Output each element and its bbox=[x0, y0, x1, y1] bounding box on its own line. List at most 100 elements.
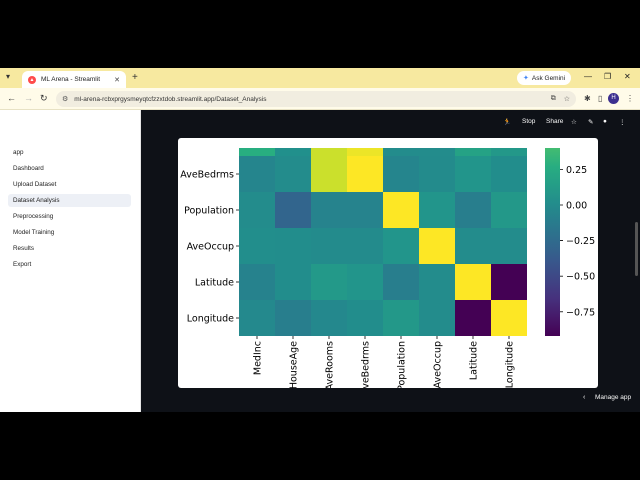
streamlit-favicon-icon: ▲ bbox=[28, 75, 36, 84]
heatmap-cell bbox=[383, 300, 419, 336]
heatmap-cell bbox=[419, 228, 455, 264]
heatmap-cell bbox=[455, 192, 491, 228]
manage-app-button[interactable]: Manage app bbox=[595, 394, 631, 401]
sidebar-item-label: Dataset Analysis bbox=[13, 197, 60, 204]
heatmap-cell bbox=[275, 300, 311, 336]
heatmap-cell bbox=[347, 156, 383, 192]
sidebar-item-label: Preprocessing bbox=[13, 213, 54, 220]
sidebar-item-dataset-analysis[interactable]: Dataset Analysis bbox=[8, 194, 131, 207]
heatmap-cell bbox=[347, 192, 383, 228]
sidebar-item-model-training[interactable]: Model Training bbox=[8, 226, 131, 239]
heatmap-cell-partial bbox=[347, 148, 383, 156]
heatmap-cell bbox=[275, 264, 311, 300]
tab-title: ML Arena - Streamlit bbox=[41, 76, 101, 83]
ask-gemini-button[interactable]: ✦ Ask Gemini bbox=[517, 71, 572, 85]
url-field[interactable]: ⚙ ml-arena-rcbxprgysmeyqtcfzzxtdob.strea… bbox=[56, 91, 576, 107]
heatmap-cell bbox=[491, 228, 527, 264]
sidebar-item-preprocessing[interactable]: Preprocessing bbox=[8, 210, 131, 223]
heatmap-cell bbox=[455, 228, 491, 264]
heatmap-cell bbox=[491, 192, 527, 228]
main-content: 🏃 Stop Share ☆ ✎ ● ⋮ AveBedrms Population… bbox=[141, 110, 640, 412]
heatmap-cell bbox=[239, 228, 275, 264]
bookmark-star-icon[interactable]: ☆ bbox=[564, 95, 570, 103]
back-icon[interactable]: ← bbox=[7, 93, 16, 103]
x-tick-label: Population bbox=[397, 341, 408, 388]
sidebar-item-label: app bbox=[13, 149, 24, 156]
heatmap-cell bbox=[239, 300, 275, 336]
install-app-icon[interactable]: ⧉ bbox=[551, 95, 556, 103]
heatmap-cell bbox=[347, 264, 383, 300]
new-tab-icon[interactable]: + bbox=[132, 72, 138, 83]
site-info-icon[interactable]: ⚙ bbox=[62, 95, 68, 103]
heatmap-cell bbox=[275, 228, 311, 264]
heatmap-cell bbox=[419, 300, 455, 336]
sidebar: app Dashboard Upload Dataset Dataset Ana… bbox=[0, 110, 141, 412]
heatmap-cell bbox=[419, 264, 455, 300]
sidebar-item-upload-dataset[interactable]: Upload Dataset bbox=[8, 178, 131, 191]
scrollbar[interactable] bbox=[635, 222, 638, 276]
heatmap-cell bbox=[491, 264, 527, 300]
sidebar-item-dashboard[interactable]: Dashboard bbox=[8, 162, 131, 175]
heatmap-cell bbox=[491, 156, 527, 192]
stop-button[interactable]: Stop bbox=[522, 118, 535, 125]
correlation-heatmap: AveBedrms Population AveOccup Latitude Longi… bbox=[180, 148, 595, 388]
correlation-heatmap-card: AveBedrms Population AveOccup Latitude Longi… bbox=[178, 138, 598, 388]
close-window-icon[interactable]: ✕ bbox=[624, 72, 631, 81]
heatmap-cell bbox=[239, 156, 275, 192]
minimize-icon[interactable]: — bbox=[584, 72, 592, 81]
sidebar-item-results[interactable]: Results bbox=[8, 242, 131, 255]
heatmap-cell bbox=[383, 192, 419, 228]
colorbar-tick-label: −0.75 bbox=[566, 307, 595, 318]
browser-window: ▾ ▲ ML Arena - Streamlit ✕ + ✦ Ask Gemin… bbox=[0, 68, 640, 412]
reload-icon[interactable]: ↻ bbox=[40, 93, 48, 104]
y-tick-label: Latitude bbox=[195, 278, 234, 289]
heatmap-cell-partial bbox=[383, 148, 419, 156]
y-tick-label: Longitude bbox=[187, 314, 234, 325]
running-man-icon: 🏃 bbox=[503, 119, 512, 126]
heatmap-cell bbox=[311, 192, 347, 228]
extensions-icon[interactable]: ✱ bbox=[584, 94, 591, 103]
heatmap-cell bbox=[311, 300, 347, 336]
x-tick-label: AveRooms bbox=[325, 341, 336, 388]
menu-icon[interactable]: ⋮ bbox=[619, 118, 626, 126]
heatmap-cell bbox=[383, 228, 419, 264]
sidebar-item-label: Dashboard bbox=[13, 165, 44, 172]
heatmap-cell bbox=[239, 264, 275, 300]
heatmap-cell bbox=[383, 156, 419, 192]
heatmap-cell-partial bbox=[239, 148, 275, 156]
heatmap-cell bbox=[455, 156, 491, 192]
maximize-icon[interactable]: ❐ bbox=[604, 72, 611, 81]
chevron-left-icon[interactable]: ‹ bbox=[583, 394, 585, 401]
colorbar-tick-label: 0.25 bbox=[566, 165, 587, 176]
browser-menu-icon[interactable]: ⋮ bbox=[626, 94, 634, 103]
tab-search-icon[interactable]: ▾ bbox=[6, 72, 10, 81]
sidebar-item-export[interactable]: Export bbox=[8, 258, 131, 271]
sidebar-item-label: Results bbox=[13, 245, 34, 252]
share-button[interactable]: Share bbox=[546, 118, 563, 125]
close-tab-icon[interactable]: ✕ bbox=[114, 76, 120, 84]
heatmap-cell bbox=[491, 300, 527, 336]
profile-avatar[interactable]: H bbox=[608, 93, 619, 104]
heatmap-cell-partial bbox=[275, 148, 311, 156]
colorbar-tick-label: −0.25 bbox=[566, 236, 595, 247]
heatmap-cell bbox=[311, 264, 347, 300]
heatmap-cell bbox=[311, 228, 347, 264]
y-tick-label: AveOccup bbox=[187, 242, 234, 253]
heatmap-cell bbox=[347, 300, 383, 336]
tab-strip: ▾ ▲ ML Arena - Streamlit ✕ + ✦ Ask Gemin… bbox=[0, 68, 640, 88]
address-bar: ← → ↻ ⚙ ml-arena-rcbxprgysmeyqtcfzzxtdob… bbox=[0, 88, 640, 110]
sidebar-item-app[interactable]: app bbox=[8, 146, 131, 159]
x-tick-label: AveBedrms bbox=[361, 341, 372, 388]
forward-icon[interactable]: → bbox=[24, 93, 33, 103]
edit-icon[interactable]: ✎ bbox=[588, 118, 593, 126]
sidepanel-icon[interactable]: ▯ bbox=[598, 94, 602, 103]
github-icon[interactable]: ● bbox=[603, 118, 607, 125]
x-tick-label: Latitude bbox=[469, 341, 480, 380]
heatmap-cell bbox=[347, 228, 383, 264]
colorbar-tick-label: −0.50 bbox=[566, 272, 595, 283]
browser-tab[interactable]: ▲ ML Arena - Streamlit ✕ bbox=[22, 71, 126, 88]
heatmap-cell-partial bbox=[419, 148, 455, 156]
star-icon[interactable]: ☆ bbox=[571, 118, 577, 126]
x-tick-label: MedInc bbox=[253, 341, 264, 375]
x-tick-label: Longitude bbox=[505, 341, 516, 388]
